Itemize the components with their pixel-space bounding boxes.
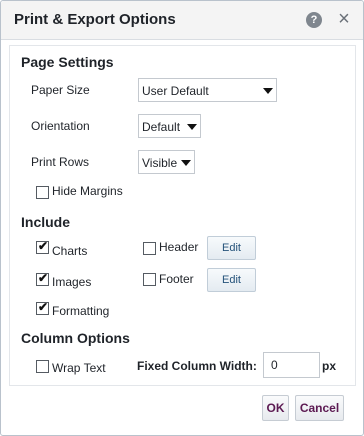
ok-button[interactable]: OK <box>262 395 289 421</box>
include-heading: Include <box>21 214 71 230</box>
dialog-title: Print & Export Options <box>14 11 176 28</box>
orientation-select[interactable]: Default <box>138 114 201 138</box>
cancel-button[interactable]: Cancel <box>295 395 344 421</box>
check-icon: ✔ <box>38 239 49 253</box>
page-settings-heading: Page Settings <box>21 54 114 70</box>
chevron-down-icon <box>187 124 197 130</box>
fixed-column-width-label: Fixed Column Width: <box>137 359 257 373</box>
print-rows-label: Print Rows <box>31 155 90 169</box>
column-options-heading: Column Options <box>21 330 130 346</box>
paper-size-value: User Default <box>142 84 209 98</box>
fixed-column-width-unit: px <box>322 359 337 373</box>
print-rows-value: Visible <box>142 156 178 170</box>
footer-label: Footer <box>159 272 194 286</box>
wrap-text-label: Wrap Text <box>52 361 106 375</box>
charts-checkbox[interactable]: ✔ <box>36 239 49 254</box>
footer-checkbox[interactable]: ✔ <box>143 273 156 286</box>
footer-edit-button[interactable]: Edit <box>207 268 256 292</box>
paper-size-select[interactable]: User Default <box>138 78 277 102</box>
header-label: Header <box>159 240 199 254</box>
print-rows-select[interactable]: Visible <box>138 150 195 174</box>
check-icon: ✔ <box>38 300 49 314</box>
fixed-column-width-input[interactable]: 0 <box>263 352 320 378</box>
print-export-dialog: Print & Export Options ? × Page Settings… <box>0 0 364 436</box>
images-checkbox[interactable]: ✔ <box>36 271 49 286</box>
images-label: Images <box>52 275 92 289</box>
chevron-down-icon <box>263 88 273 94</box>
dialog-titlebar: Print & Export Options ? × <box>1 1 363 40</box>
formatting-label: Formatting <box>52 304 110 318</box>
close-icon[interactable]: × <box>335 9 353 29</box>
hide-margins-label: Hide Margins <box>52 184 123 198</box>
orientation-label: Orientation <box>31 119 90 133</box>
charts-label: Charts <box>52 244 88 258</box>
orientation-value: Default <box>142 120 181 134</box>
paper-size-label: Paper Size <box>31 83 90 97</box>
wrap-text-checkbox[interactable]: ✔ <box>36 360 49 373</box>
header-checkbox[interactable]: ✔ <box>143 242 156 255</box>
formatting-checkbox[interactable]: ✔ <box>36 300 49 315</box>
check-icon: ✔ <box>38 271 49 285</box>
help-icon[interactable]: ? <box>306 12 322 28</box>
chevron-down-icon <box>181 160 191 166</box>
header-edit-button[interactable]: Edit <box>207 236 256 260</box>
options-panel: Page Settings Paper Size User Default Or… <box>9 45 356 386</box>
hide-margins-checkbox[interactable]: ✔ <box>36 186 49 199</box>
